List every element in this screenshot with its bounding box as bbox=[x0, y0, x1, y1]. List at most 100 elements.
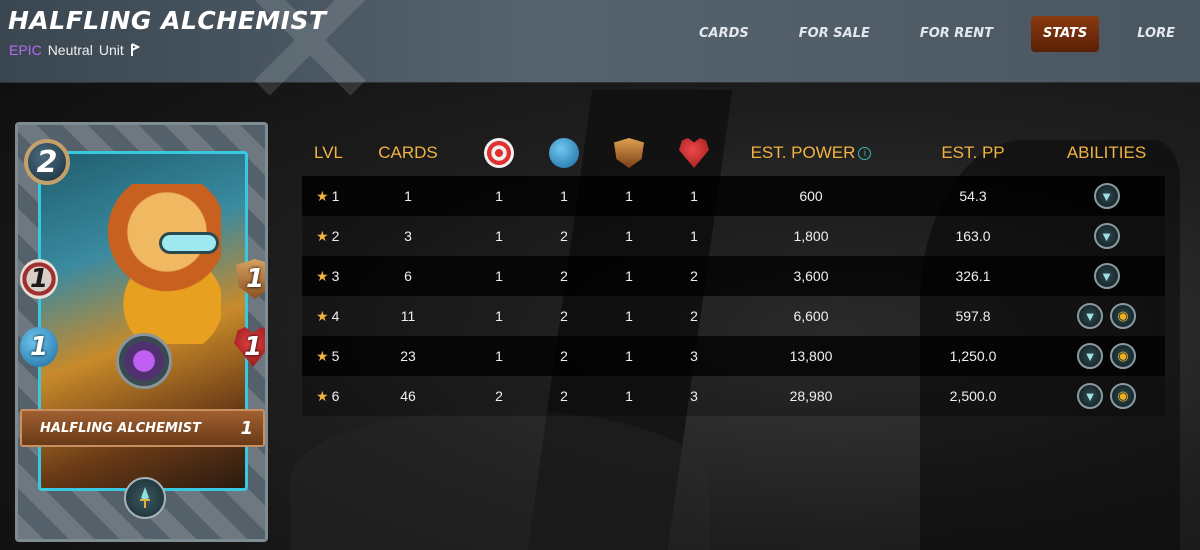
star-icon: ★ bbox=[316, 227, 329, 244]
scavenger-icon[interactable]: ▼ bbox=[1093, 263, 1120, 289]
page-title: HALFLING ALCHEMIST bbox=[8, 6, 327, 35]
table-body: ★ 1 1 1 1 1 1 600 54.3 ▼ ★ 2 3 1 2 1 1 1,800 163.0 ▼ ★ 3 6 1 2 1 2… bbox=[302, 176, 1165, 416]
pp-cell: 163.0 bbox=[955, 228, 991, 244]
header-pp: EST. PP bbox=[941, 143, 1005, 162]
abilities-cell: ▼ bbox=[1048, 223, 1165, 249]
power-cell: 600 bbox=[799, 188, 823, 204]
gold-coin-icon[interactable]: ◉ bbox=[1110, 303, 1136, 329]
table-row: ★ 3 6 1 2 1 2 3,600 326.1 ▼ bbox=[302, 256, 1165, 296]
card-speed-stat: 1 bbox=[20, 327, 58, 367]
ranged-cell: 1 bbox=[495, 268, 503, 284]
star-icon: ★ bbox=[316, 387, 329, 404]
health-cell: 2 bbox=[690, 268, 698, 284]
gold-coin-icon[interactable]: ◉ bbox=[1110, 343, 1136, 369]
scavenger-icon[interactable]: ▼ bbox=[1077, 383, 1103, 409]
power-cell: 6,600 bbox=[793, 308, 829, 324]
dagger-icon bbox=[124, 477, 166, 519]
header-bar: HALFLING ALCHEMIST EPIC Neutral Unit CAR… bbox=[0, 0, 1200, 96]
speed-cell: 1 bbox=[560, 188, 568, 204]
element-orb-icon bbox=[116, 333, 172, 389]
lvl-cell: ★ 6 bbox=[302, 388, 352, 405]
level-value: 4 bbox=[331, 307, 340, 324]
armor-cell: 1 bbox=[625, 268, 633, 284]
level-value: 6 bbox=[331, 387, 340, 404]
header-abilities: ABILITIES bbox=[1066, 143, 1147, 162]
header-lvl: LVL bbox=[314, 143, 343, 162]
level-value: 2 bbox=[331, 227, 340, 244]
health-cell: 1 bbox=[690, 188, 698, 204]
level-value: 5 bbox=[331, 347, 340, 364]
tab-for-rent[interactable]: FOR RENT bbox=[895, 16, 1018, 52]
armor-icon bbox=[614, 138, 644, 168]
cards-cell: 3 bbox=[404, 228, 412, 244]
pp-cell: 2,500.0 bbox=[949, 388, 997, 404]
pp-cell: 326.1 bbox=[955, 268, 991, 284]
card-ranged-stat: 1 bbox=[20, 259, 58, 299]
mana-cost-badge: 2 bbox=[24, 139, 70, 185]
speed-cell: 2 bbox=[560, 228, 568, 244]
tab-stats[interactable]: STATS bbox=[1030, 16, 1100, 52]
scavenger-icon[interactable]: ▼ bbox=[1077, 343, 1103, 369]
table-row: ★ 6 46 2 2 1 3 28,980 2,500.0 ▼ ◉ bbox=[302, 376, 1165, 416]
scavenger-icon[interactable]: ▼ bbox=[1093, 183, 1120, 209]
abilities-cell: ▼ ◉ bbox=[1048, 303, 1165, 329]
ranged-cell: 1 bbox=[495, 308, 503, 324]
card-character bbox=[101, 184, 221, 344]
cards-cell: 23 bbox=[400, 348, 416, 364]
card-level: 1 bbox=[240, 417, 253, 439]
rarity-label: EPIC bbox=[9, 42, 42, 58]
cards-cell: 1 bbox=[404, 188, 412, 204]
header-power: EST. POWER i bbox=[724, 143, 898, 163]
speed-icon bbox=[549, 138, 579, 168]
header-health bbox=[664, 138, 724, 168]
armor-cell: 1 bbox=[625, 188, 633, 204]
type-label: Unit bbox=[98, 42, 124, 58]
armor-cell: 1 bbox=[625, 388, 633, 404]
health-cell: 2 bbox=[690, 308, 698, 324]
ranged-cell: 1 bbox=[495, 228, 503, 244]
speed-cell: 2 bbox=[560, 348, 568, 364]
lvl-cell: ★ 1 bbox=[302, 188, 352, 205]
power-cell: 3,600 bbox=[793, 268, 829, 284]
scavenger-icon[interactable]: ▼ bbox=[1077, 303, 1103, 329]
table-row: ★ 1 1 1 1 1 1 600 54.3 ▼ bbox=[302, 176, 1165, 216]
health-icon bbox=[679, 138, 709, 168]
cards-cell: 6 bbox=[404, 268, 412, 284]
power-cell: 28,980 bbox=[789, 388, 833, 404]
tab-cards[interactable]: CARDS bbox=[674, 16, 774, 52]
unit-flag-icon bbox=[130, 43, 140, 56]
ranged-cell: 1 bbox=[495, 188, 503, 204]
table-header: LVL CARDS EST. POWER i EST. PP ABILITIES bbox=[302, 130, 1165, 176]
header-cards: CARDS bbox=[378, 143, 438, 162]
power-cell: 13,800 bbox=[789, 348, 833, 364]
lvl-cell: ★ 3 bbox=[302, 268, 352, 285]
star-icon: ★ bbox=[316, 267, 329, 284]
speed-cell: 2 bbox=[560, 268, 568, 284]
abilities-cell: ▼ ◉ bbox=[1048, 383, 1165, 409]
gold-coin-icon[interactable]: ◉ bbox=[1110, 383, 1136, 409]
pp-cell: 1,250.0 bbox=[949, 348, 997, 364]
health-cell: 1 bbox=[690, 228, 698, 244]
pp-cell: 54.3 bbox=[959, 188, 987, 204]
header-armor bbox=[594, 138, 664, 168]
abilities-cell: ▼ bbox=[1048, 183, 1165, 209]
lvl-cell: ★ 2 bbox=[302, 228, 352, 245]
header-power-label: EST. POWER bbox=[750, 143, 856, 162]
health-cell: 3 bbox=[690, 388, 698, 404]
tab-lore[interactable]: LORE bbox=[1112, 16, 1200, 52]
star-icon: ★ bbox=[316, 187, 329, 204]
speed-cell: 2 bbox=[560, 388, 568, 404]
ranged-cell: 1 bbox=[495, 348, 503, 364]
armor-cell: 1 bbox=[625, 308, 633, 324]
abilities-cell: ▼ bbox=[1048, 263, 1165, 289]
info-icon[interactable]: i bbox=[858, 147, 872, 161]
lvl-cell: ★ 4 bbox=[302, 308, 352, 325]
ranged-cell: 2 bbox=[495, 388, 503, 404]
card-image: 2 1 1 1 1 HALFLING ALCHEMIST 1 bbox=[15, 122, 268, 542]
header-speed bbox=[534, 138, 594, 168]
card-character-goggles bbox=[159, 232, 219, 254]
pp-cell: 597.8 bbox=[955, 308, 991, 324]
tab-for-sale[interactable]: FOR SALE bbox=[774, 16, 895, 52]
scavenger-icon[interactable]: ▼ bbox=[1093, 223, 1120, 249]
cards-cell: 46 bbox=[400, 388, 416, 404]
